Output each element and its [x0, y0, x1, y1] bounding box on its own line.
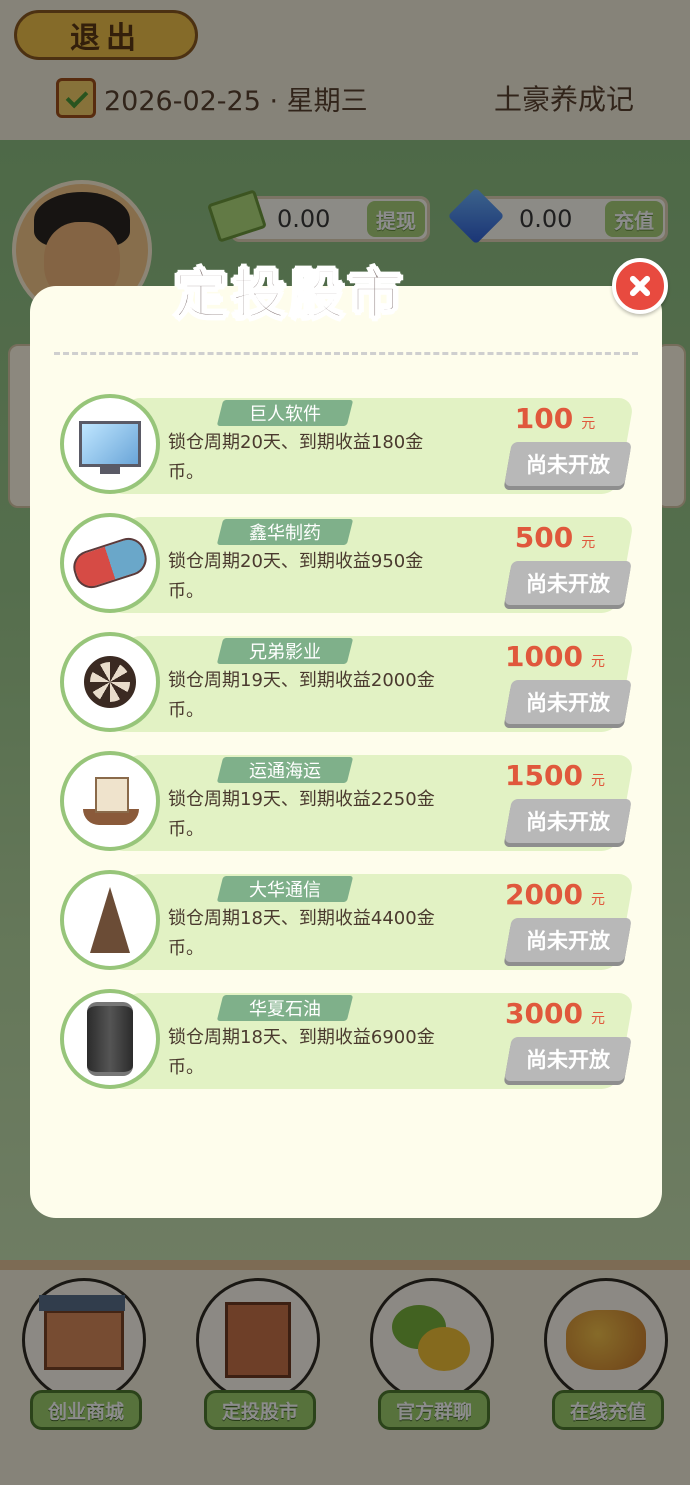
- stock-price: 500 元: [480, 521, 630, 557]
- price-value: 1500: [505, 759, 583, 792]
- price-unit: 元: [590, 654, 605, 670]
- stock-card: 大华通信 锁仓周期18天、到期收益4400金币。 2000 元 尚未开放: [60, 870, 635, 974]
- price-value: 3000: [505, 997, 583, 1030]
- price-value: 2000: [505, 878, 583, 911]
- stock-name: 运通海运: [249, 761, 321, 782]
- stock-description: 锁仓周期19天、到期收益2000金币。: [168, 670, 435, 721]
- stock-price: 2000 元: [480, 878, 630, 914]
- signal-tower-icon: [60, 870, 160, 970]
- price-unit: 元: [581, 416, 596, 432]
- not-open-button[interactable]: 尚未开放: [508, 442, 628, 486]
- stock-modal: 定投股市 巨人软件 锁仓周期20天、到期收益180金币。 100 元 尚未开放: [30, 258, 668, 1218]
- stock-description: 锁仓周期20天、到期收益950金币。: [168, 551, 424, 602]
- stock-card: 鑫华制药 锁仓周期20天、到期收益950金币。 500 元 尚未开放: [60, 513, 635, 617]
- stock-name: 华夏石油: [249, 999, 321, 1020]
- stock-name: 兄弟影业: [249, 642, 321, 663]
- not-open-button[interactable]: 尚未开放: [508, 561, 628, 605]
- oil-barrel-icon: [60, 989, 160, 1089]
- stock-name: 大华通信: [249, 880, 321, 901]
- stock-name: 巨人软件: [249, 404, 321, 425]
- price-unit: 元: [590, 1011, 605, 1027]
- not-open-button[interactable]: 尚未开放: [508, 680, 628, 724]
- not-open-button[interactable]: 尚未开放: [508, 799, 628, 843]
- stock-card: 巨人软件 锁仓周期20天、到期收益180金币。 100 元 尚未开放: [60, 394, 635, 498]
- not-open-button[interactable]: 尚未开放: [508, 918, 628, 962]
- not-open-button[interactable]: 尚未开放: [508, 1037, 628, 1081]
- stock-card: 运通海运 锁仓周期19天、到期收益2250金币。 1500 元 尚未开放: [60, 751, 635, 855]
- price-value: 1000: [505, 640, 583, 673]
- modal-title: 定投股市: [173, 262, 406, 327]
- stock-card: 兄弟影业 锁仓周期19天、到期收益2000金币。 1000 元 尚未开放: [60, 632, 635, 736]
- film-reel-icon: [60, 632, 160, 732]
- price-value: 500: [514, 521, 574, 554]
- stock-card: 华夏石油 锁仓周期18天、到期收益6900金币。 3000 元 尚未开放: [60, 989, 635, 1093]
- divider: [54, 352, 638, 355]
- stock-name: 鑫华制药: [249, 523, 321, 544]
- price-unit: 元: [581, 535, 596, 551]
- app-root: 退出 2026-02-25 · 星期三 土豪养成记 0.00 提现 0.00 充…: [0, 0, 690, 1485]
- monitor-icon: [60, 394, 160, 494]
- stock-description: 锁仓周期19天、到期收益2250金币。: [168, 789, 435, 840]
- price-unit: 元: [590, 773, 605, 789]
- stock-price: 1000 元: [480, 640, 630, 676]
- stock-price: 3000 元: [480, 997, 630, 1033]
- stock-description: 锁仓周期20天、到期收益180金币。: [168, 432, 424, 483]
- price-unit: 元: [590, 892, 605, 908]
- price-value: 100: [514, 402, 574, 435]
- ship-icon: [60, 751, 160, 851]
- stock-description: 锁仓周期18天、到期收益6900金币。: [168, 1027, 435, 1078]
- close-icon[interactable]: [612, 258, 668, 314]
- stock-price: 100 元: [480, 402, 630, 438]
- stock-price: 1500 元: [480, 759, 630, 795]
- pill-icon: [60, 513, 160, 613]
- stock-description: 锁仓周期18天、到期收益4400金币。: [168, 908, 435, 959]
